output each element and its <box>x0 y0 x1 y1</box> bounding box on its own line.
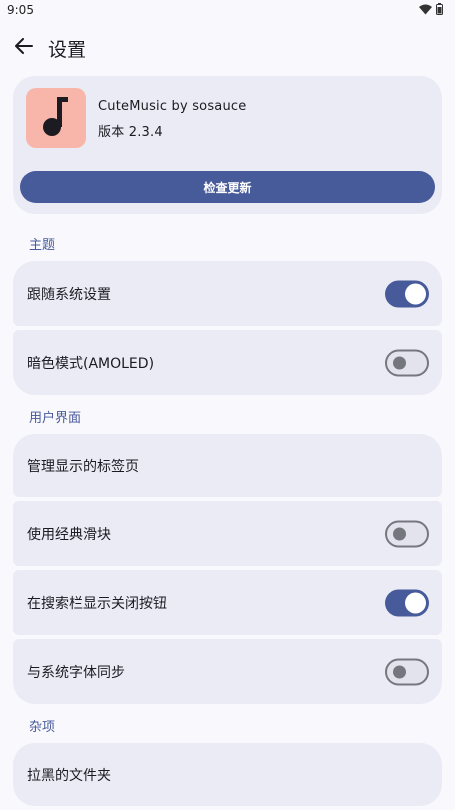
switch-thumb <box>393 527 406 540</box>
page-title: 设置 <box>48 39 87 61</box>
setting-amoled[interactable]: 暗色模式(AMOLED) <box>13 330 442 395</box>
music-note-icon <box>41 95 71 141</box>
app-logo <box>26 88 86 148</box>
arrow-back-icon <box>15 38 33 58</box>
check-update-button[interactable]: 检查更新 <box>20 171 435 203</box>
switch-thumb <box>405 592 426 613</box>
back-button[interactable] <box>10 34 38 62</box>
section-title-theme: 主题 <box>29 238 56 253</box>
switch-thumb <box>405 283 426 304</box>
search-close-switch[interactable] <box>385 589 429 616</box>
setting-label: 在搜索栏显示关闭按钮 <box>27 595 167 612</box>
setting-classic-slider[interactable]: 使用经典滑块 <box>13 501 442 566</box>
setting-label: 管理显示的标签页 <box>27 458 139 475</box>
app-version: 版本 2.3.4 <box>98 125 163 140</box>
amoled-switch[interactable] <box>385 349 429 376</box>
setting-label: 跟随系统设置 <box>27 286 111 303</box>
wifi-icon <box>419 4 432 15</box>
setting-label: 拉黑的文件夹 <box>27 767 111 784</box>
section-title-misc: 杂项 <box>29 720 56 735</box>
system-font-switch[interactable] <box>385 658 429 685</box>
setting-label: 使用经典滑块 <box>27 526 111 543</box>
follow-system-switch[interactable] <box>385 280 429 307</box>
section-title-ui: 用户界面 <box>29 411 82 426</box>
setting-follow-system[interactable]: 跟随系统设置 <box>13 261 442 326</box>
classic-slider-switch[interactable] <box>385 520 429 547</box>
battery-icon <box>436 3 443 15</box>
setting-label: 与系统字体同步 <box>27 664 125 681</box>
status-icons <box>419 3 443 15</box>
switch-thumb <box>393 665 406 678</box>
status-bar: 9:05 <box>0 0 455 22</box>
setting-search-close-button[interactable]: 在搜索栏显示关闭按钮 <box>13 570 442 635</box>
setting-system-font[interactable]: 与系统字体同步 <box>13 639 442 704</box>
setting-blacklisted-folders[interactable]: 拉黑的文件夹 <box>13 743 442 806</box>
setting-manage-tabs[interactable]: 管理显示的标签页 <box>13 434 442 497</box>
switch-thumb <box>393 356 406 369</box>
app-bar: 设置 <box>0 28 455 68</box>
setting-label: 暗色模式(AMOLED) <box>27 355 155 372</box>
status-time: 9:05 <box>7 3 34 17</box>
about-card: CuteMusic by sosauce 版本 2.3.4 检查更新 <box>13 76 442 214</box>
app-name: CuteMusic by sosauce <box>98 99 247 114</box>
